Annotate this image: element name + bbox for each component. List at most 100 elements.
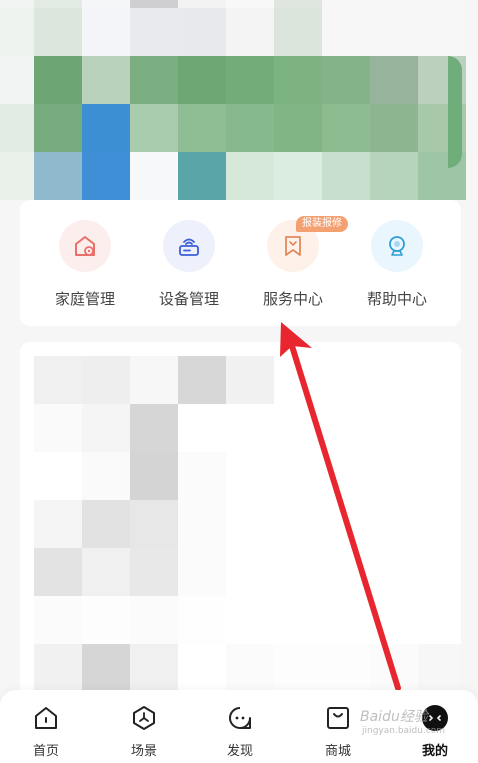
mosaic-cell bbox=[178, 404, 226, 452]
mosaic-cell bbox=[274, 452, 322, 500]
mosaic-cell bbox=[370, 548, 418, 596]
home-icon bbox=[32, 704, 60, 732]
mosaic-cell bbox=[322, 8, 370, 56]
mosaic-cell bbox=[322, 644, 370, 692]
mosaic-cell bbox=[0, 104, 34, 152]
mosaic-cell bbox=[370, 104, 418, 152]
mosaic-cell bbox=[82, 548, 130, 596]
mosaic-cell bbox=[274, 8, 322, 56]
mosaic-cell bbox=[322, 548, 370, 596]
mosaic-cell bbox=[226, 152, 274, 200]
mosaic-cell bbox=[0, 0, 34, 8]
mosaic-cell bbox=[226, 452, 274, 500]
mosaic-cell bbox=[178, 452, 226, 500]
mosaic-cell bbox=[274, 596, 322, 644]
mosaic-cell bbox=[34, 500, 82, 548]
mosaic-cell bbox=[418, 596, 461, 644]
mosaic-cell bbox=[322, 404, 370, 452]
mosaic-cell bbox=[130, 548, 178, 596]
quick-action-device-management[interactable]: 设备管理 bbox=[144, 220, 234, 309]
mosaic-cell bbox=[274, 0, 322, 8]
mosaic-cell bbox=[370, 596, 418, 644]
mosaic-cell bbox=[0, 8, 34, 56]
mosaic-cell bbox=[178, 356, 226, 404]
mosaic-cell bbox=[226, 644, 274, 692]
mosaic-cell bbox=[418, 404, 461, 452]
quick-action-home-management[interactable]: 家庭管理 bbox=[40, 220, 130, 309]
banner-edge bbox=[448, 56, 462, 168]
mosaic-cell bbox=[34, 56, 82, 104]
tab-store[interactable]: 商城 bbox=[308, 704, 368, 759]
mosaic-cell bbox=[322, 152, 370, 200]
mosaic-cell bbox=[178, 644, 226, 692]
mosaic-cell bbox=[370, 500, 418, 548]
tab-label: 我的 bbox=[421, 744, 448, 759]
mosaic-cell bbox=[82, 152, 130, 200]
mosaic-cell bbox=[418, 644, 461, 692]
quick-action-service-center[interactable]: 服务中心 bbox=[248, 220, 338, 309]
tab-scene[interactable]: 场景 bbox=[114, 704, 174, 759]
mosaic-cell bbox=[418, 356, 461, 404]
mosaic-cell bbox=[178, 500, 226, 548]
store-icon bbox=[324, 704, 352, 732]
mosaic-cell bbox=[226, 548, 274, 596]
mosaic-cell bbox=[34, 596, 82, 644]
quick-action-label: 家庭管理 bbox=[54, 290, 115, 308]
mosaic-cell bbox=[34, 8, 82, 56]
mosaic-cell bbox=[82, 0, 130, 8]
mosaic-cell bbox=[130, 56, 178, 104]
home-settings-icon bbox=[59, 220, 111, 272]
mosaic-cell bbox=[34, 0, 82, 8]
mosaic-cell bbox=[226, 356, 274, 404]
tab-label: 首页 bbox=[32, 744, 59, 759]
tab-discover[interactable]: 发现 bbox=[210, 704, 270, 759]
mosaic-cell bbox=[130, 500, 178, 548]
mosaic-cell bbox=[322, 596, 370, 644]
mosaic-cell bbox=[226, 8, 274, 56]
content-card[interactable] bbox=[20, 342, 461, 702]
mosaic-cell bbox=[322, 452, 370, 500]
mosaic-cell bbox=[178, 152, 226, 200]
mosaic-cell bbox=[274, 104, 322, 152]
mosaic-cell bbox=[274, 404, 322, 452]
quick-actions-card: 家庭管理 设备管理 服务中心 帮助中心 bbox=[20, 200, 461, 326]
mosaic-cell bbox=[418, 0, 466, 8]
mosaic-cell bbox=[34, 152, 82, 200]
mosaic-cell bbox=[322, 56, 370, 104]
quick-action-help-center[interactable]: 帮助中心 bbox=[352, 220, 442, 309]
mosaic-cell bbox=[226, 0, 274, 8]
mosaic-cell bbox=[82, 404, 130, 452]
mosaic-cell bbox=[370, 8, 418, 56]
mosaic-cell bbox=[130, 356, 178, 404]
mosaic-cell bbox=[82, 644, 130, 692]
mosaic-cell bbox=[130, 452, 178, 500]
mosaic-cell bbox=[418, 8, 466, 56]
mosaic-cell bbox=[226, 104, 274, 152]
mosaic-cell bbox=[34, 404, 82, 452]
banner-mosaic[interactable] bbox=[0, 0, 466, 200]
mosaic-cell bbox=[130, 644, 178, 692]
mosaic-cell bbox=[34, 356, 82, 404]
mosaic-cell bbox=[370, 644, 418, 692]
mosaic-cell bbox=[370, 452, 418, 500]
mosaic-cell bbox=[34, 452, 82, 500]
mosaic-cell bbox=[274, 644, 322, 692]
mosaic-cell bbox=[130, 404, 178, 452]
mosaic-cell bbox=[322, 500, 370, 548]
mosaic-cell bbox=[130, 152, 178, 200]
tab-home[interactable]: 首页 bbox=[16, 704, 76, 759]
profile-page: 家庭管理 设备管理 服务中心 帮助中心 报装报修 首页 场景 发现 商城 我的 … bbox=[0, 0, 478, 763]
mosaic-cell bbox=[226, 56, 274, 104]
mosaic-cell bbox=[178, 104, 226, 152]
mosaic-cell bbox=[82, 500, 130, 548]
router-icon bbox=[163, 220, 215, 272]
mosaic-cell bbox=[82, 452, 130, 500]
help-camera-icon bbox=[371, 220, 423, 272]
mosaic-cell bbox=[274, 56, 322, 104]
mosaic-cell bbox=[178, 596, 226, 644]
mosaic-cell bbox=[274, 500, 322, 548]
watermark-url: jingyan.baidu.com bbox=[362, 726, 446, 736]
mosaic-cell bbox=[226, 500, 274, 548]
mosaic-cell bbox=[130, 8, 178, 56]
watermark-logo: Baidu经验 bbox=[360, 709, 428, 725]
